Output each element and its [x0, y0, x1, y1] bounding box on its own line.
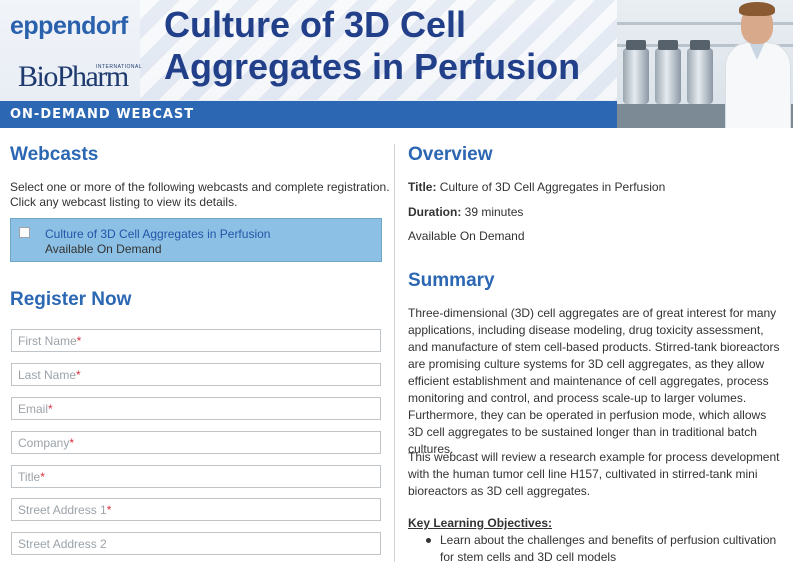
list-item: Learn about the challenges and benefits … — [408, 532, 788, 566]
title-field[interactable]: Title* — [11, 465, 381, 488]
summary-paragraph: This webcast will review a research exam… — [408, 450, 780, 498]
street-address-2-placeholder: Street Address 2 — [18, 537, 107, 551]
bioreactor-vessel — [623, 40, 649, 104]
webcasts-instructions: Select one or more of the following webc… — [10, 180, 390, 209]
first-name-field[interactable]: First Name* — [11, 329, 381, 352]
summary-paragraph: Three-dimensional (3D) cell aggregates a… — [408, 306, 780, 456]
required-asterisk: * — [69, 436, 75, 450]
required-asterisk: * — [76, 334, 82, 348]
overview-availability: Available On Demand — [408, 229, 525, 243]
column-divider — [394, 144, 395, 562]
required-asterisk: * — [40, 470, 45, 484]
banner-label-bar: ON-DEMAND WEBCAST — [0, 101, 617, 128]
bullet-icon — [426, 538, 431, 543]
objectives-list: Learn about the challenges and benefits … — [408, 532, 788, 566]
required-asterisk: * — [48, 402, 53, 416]
webcast-listing-title[interactable]: Culture of 3D Cell Aggregates in Perfusi… — [45, 227, 270, 241]
street-address-2-field[interactable]: Street Address 2 — [11, 532, 381, 555]
webcast-listing-status: Available On Demand — [45, 242, 162, 256]
overview-heading: Overview — [408, 144, 493, 165]
eppendorf-logo: eppendorf — [10, 12, 128, 40]
checkbox-icon[interactable] — [19, 227, 30, 238]
duration-label: Duration: — [408, 205, 462, 219]
last-name-field[interactable]: Last Name* — [11, 363, 381, 386]
scientist-hair — [739, 2, 775, 16]
summary-heading: Summary — [408, 270, 495, 291]
company-placeholder: Company* — [18, 436, 75, 450]
objective-text: Learn about the challenges and benefits … — [440, 533, 777, 564]
required-asterisk: * — [106, 503, 112, 517]
email-placeholder: Email* — [18, 402, 53, 416]
title-label: Title: — [408, 180, 437, 194]
title-value: Culture of 3D Cell Aggregates in Perfusi… — [436, 180, 666, 194]
biopharm-logo-subtitle: INTERNATIONAL — [96, 64, 143, 70]
banner-title: Culture of 3D Cell Aggregates in Perfusi… — [164, 4, 581, 87]
street-address-1-placeholder: Street Address 1* — [18, 503, 112, 517]
banner: eppendorf BioPharm INTERNATIONAL Culture… — [0, 0, 793, 128]
overview-duration-line: Duration: 39 minutes — [408, 205, 523, 219]
duration-value: 39 minutes — [461, 205, 524, 219]
required-asterisk: * — [76, 368, 81, 382]
street-address-1-field[interactable]: Street Address 1* — [11, 498, 381, 521]
webcasts-heading: Webcasts — [10, 144, 99, 165]
last-name-placeholder: Last Name* — [18, 368, 81, 382]
register-now-heading: Register Now — [10, 289, 132, 310]
webcast-listing[interactable]: Culture of 3D Cell Aggregates in Perfusi… — [10, 218, 382, 262]
first-name-placeholder: First Name* — [18, 334, 82, 348]
title-placeholder: Title* — [18, 470, 45, 484]
email-field[interactable]: Email* — [11, 397, 381, 420]
overview-title-line: Title: Culture of 3D Cell Aggregates in … — [408, 180, 665, 194]
on-demand-webcast-label: ON-DEMAND WEBCAST — [10, 107, 195, 122]
key-learning-objectives-heading: Key Learning Objectives: — [408, 516, 553, 530]
company-field[interactable]: Company* — [11, 431, 381, 454]
bioreactor-vessel — [687, 40, 713, 104]
scientist-lab-photo — [617, 0, 793, 128]
bioreactor-vessel — [655, 40, 681, 104]
